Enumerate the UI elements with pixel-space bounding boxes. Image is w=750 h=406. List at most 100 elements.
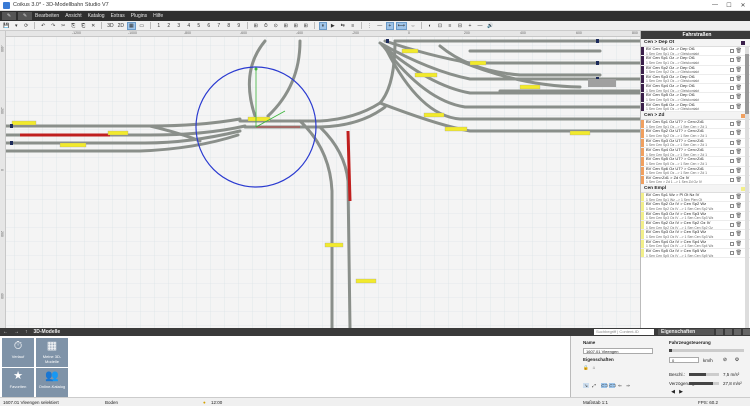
- arrow-right-icon[interactable]: ⇒: [625, 383, 631, 388]
- toolbar-button[interactable]: ⟷: [395, 21, 407, 30]
- toolbar-button[interactable]: ⎗: [79, 22, 87, 30]
- trash-icon[interactable]: 🗑: [736, 67, 742, 73]
- toolbar-button[interactable]: ⊟: [456, 22, 464, 30]
- route-group-header[interactable]: Cen Empl: [641, 185, 750, 194]
- route-group-header[interactable]: Cen > Dep Ot: [641, 39, 750, 47]
- route-item[interactable]: BV Cen Sp4 Oz IV > Cen Sp4 Wz 1 Sen Cen S…: [641, 239, 750, 249]
- menu-extras[interactable]: Extras: [108, 13, 128, 19]
- toolbar-button[interactable]: ↶: [39, 22, 47, 30]
- toolbar-button[interactable]: ⊙: [272, 22, 280, 30]
- lock-icon[interactable]: 🔒: [583, 365, 589, 370]
- toolbar-button[interactable]: ⇆: [339, 22, 347, 30]
- accel-slider[interactable]: [689, 373, 719, 376]
- route-item[interactable]: BV Cen Sp2 Oz IV > Cen Sp2 Oz IV 1 Sen Ce…: [641, 221, 750, 231]
- toolbar-button[interactable]: ⋮: [366, 22, 374, 30]
- toolbar-button[interactable]: +: [385, 21, 394, 30]
- route-checkbox[interactable]: [730, 159, 734, 164]
- toolbar-button[interactable]: 9: [235, 22, 243, 30]
- catalog-tile-history[interactable]: ⏱ Verlauf: [2, 338, 34, 367]
- toolbar-button[interactable]: ▾: [12, 22, 20, 30]
- toolbar-button[interactable]: ≡: [349, 22, 357, 30]
- catalog-search-input[interactable]: Suchbegriff | Content-ID: [594, 329, 654, 335]
- route-checkbox[interactable]: [730, 131, 734, 136]
- route-checkbox[interactable]: [730, 122, 734, 127]
- properties-icon[interactable]: [716, 329, 723, 335]
- trash-icon[interactable]: 🗑: [736, 149, 742, 155]
- trash-icon[interactable]: 🗑: [736, 48, 742, 54]
- speed-slider[interactable]: [669, 349, 744, 352]
- trash-icon[interactable]: 🗑: [736, 231, 742, 237]
- list-icon[interactable]: [725, 329, 732, 335]
- trash-icon[interactable]: 🗑: [736, 177, 742, 183]
- catalog-tile-favorites[interactable]: ★ Favoriten: [2, 368, 34, 397]
- trash-icon[interactable]: 🗑: [736, 213, 742, 219]
- resize-icon[interactable]: ⤢: [591, 383, 597, 388]
- toolbar-button[interactable]: 1: [155, 22, 163, 30]
- home-icon[interactable]: ⌂: [591, 365, 597, 370]
- trash-icon[interactable]: 🗑: [736, 140, 742, 146]
- maximize-icon[interactable]: ☐: [722, 2, 736, 9]
- scrollbar-thumb[interactable]: [745, 54, 749, 114]
- menu-katalog[interactable]: Katalog: [85, 13, 108, 19]
- menu-hilfe[interactable]: Hilfe: [150, 13, 166, 19]
- trash-icon[interactable]: 🗑: [736, 194, 742, 200]
- route-checkbox[interactable]: [730, 149, 734, 154]
- decel-slider[interactable]: [689, 382, 719, 385]
- route-checkbox[interactable]: [730, 140, 734, 145]
- speed-field[interactable]: 0: [669, 357, 699, 363]
- route-item[interactable]: BV Cen Sp4 Oz -> Dep Ot1 1 Sen Cen Sp4 Oz…: [641, 84, 750, 94]
- route-item[interactable]: BV Cen Sp1 Oz UT? > Cen>Zd1 1 Sen Cen Sp1…: [641, 120, 750, 130]
- route-item[interactable]: BV Cen Sp4 Oz UT? > Cen>Zd1 1 Sen Cen Sp4…: [641, 147, 750, 158]
- back-icon[interactable]: ←: [0, 329, 11, 335]
- toolbar-button[interactable]: ⊞: [252, 22, 260, 30]
- trash-icon[interactable]: 🗑: [736, 57, 742, 63]
- train-icon[interactable]: ⊂⊃: [601, 383, 609, 388]
- route-item[interactable]: BV Cen Sp2 Oz UT? > Cen>Zd1 1 Sen Cen Sp2…: [641, 129, 750, 139]
- reverse-icon[interactable]: ◀: [669, 389, 677, 395]
- toolbar-button[interactable]: 3D: [106, 22, 114, 30]
- toolbar-button[interactable]: ↷: [49, 22, 57, 30]
- forward-direction-icon[interactable]: ▶: [677, 389, 685, 395]
- route-checkbox[interactable]: [730, 204, 734, 209]
- trash-icon[interactable]: 🗑: [736, 203, 742, 209]
- route-item[interactable]: BV Cen Sp5 Oz -> Dep Ot1 1 Sen Cen Sp5 Oz…: [641, 93, 750, 103]
- route-item[interactable]: BV Cen Sp2 Oz IV > Cen Sp2 Wz 1 Sen Cen S…: [641, 202, 750, 212]
- toolbar-button[interactable]: ⊞: [282, 22, 290, 30]
- route-checkbox[interactable]: [730, 223, 734, 228]
- toolbar-button[interactable]: 2: [165, 22, 173, 30]
- route-item[interactable]: BV Cen Sp6 Oz UT? > Cen>Zd1 1 Sen Cen Sp6…: [641, 166, 750, 176]
- track-layout-viewport[interactable]: [0, 31, 640, 328]
- trash-icon[interactable]: 🗑: [736, 222, 742, 228]
- route-checkbox[interactable]: [730, 168, 734, 173]
- catalog-tile-online[interactable]: 👥 Online-Katalog: [36, 368, 68, 397]
- route-checkbox[interactable]: [730, 76, 734, 81]
- direction-icon[interactable]: ↘: [583, 383, 589, 388]
- route-item[interactable]: BV Cen Sp6 Oz -> Dep Ot1 1 Sen Cen Sp6 Oz…: [641, 102, 750, 113]
- trash-icon[interactable]: 🗑: [736, 250, 742, 256]
- routes-scrollbar[interactable]: [745, 46, 749, 328]
- name-field[interactable]: 1607.01 Vleengen: [583, 348, 653, 354]
- stop-icon[interactable]: ⊘: [721, 357, 729, 363]
- pen-mode-button[interactable]: ✎: [18, 12, 32, 20]
- route-item[interactable]: BV Cen Sp3 Oz UT? > Cen>Zd1 1 Sen Cen Sp3…: [641, 138, 750, 148]
- toolbar-button[interactable]: ▦: [127, 21, 136, 30]
- toolbar-button[interactable]: ▶: [329, 22, 337, 30]
- toolbar-button[interactable]: ⇔: [409, 22, 417, 30]
- forward-icon[interactable]: →: [11, 329, 22, 335]
- toolbar-button[interactable]: 5: [195, 22, 203, 30]
- arrow-left-icon[interactable]: ⇐: [617, 383, 623, 388]
- route-item[interactable]: BV Cen Sp2 Oz -> Dep Ot1 1 Sen Cen Sp2 Oz…: [641, 65, 750, 75]
- toolbar-button[interactable]: —: [476, 22, 484, 30]
- menu-bearbeiten[interactable]: Bearbeiten: [32, 13, 62, 19]
- toolbar-button[interactable]: ⎘: [69, 22, 77, 30]
- toolbar-button[interactable]: —: [376, 22, 384, 30]
- route-item[interactable]: BV Cen Sp5 Oz UT? > Cen>Zd1 1 Sen Cen Sp5…: [641, 157, 750, 167]
- toolbar-button[interactable]: ⏱: [262, 22, 270, 30]
- gear-icon[interactable]: ⚙: [733, 357, 741, 363]
- route-checkbox[interactable]: [730, 213, 734, 218]
- route-item[interactable]: BV Cen Sp3 Oz IV > Cen Sp3 Wz 1 Sen Cen S…: [641, 230, 750, 240]
- route-checkbox[interactable]: [730, 104, 734, 109]
- route-checkbox[interactable]: [730, 58, 734, 63]
- toolbar-button[interactable]: ✕: [89, 22, 97, 30]
- menu-ansicht[interactable]: Ansicht: [62, 13, 84, 19]
